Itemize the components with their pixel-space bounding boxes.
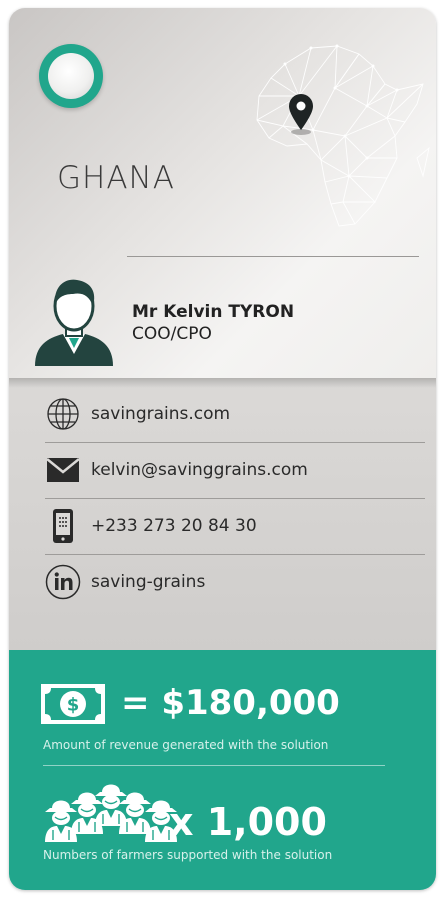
africa-map-icon [256, 44, 430, 227]
linkedin-row[interactable]: saving-grains [45, 562, 425, 602]
email-row[interactable]: kelvin@savinggrains.com [45, 450, 425, 490]
contact-section: savingrains.com kelvin@savinggrains.com [9, 378, 436, 650]
farmers-value: x 1,000 [169, 800, 327, 844]
phone-row[interactable]: +233 273 20 84 30 [45, 506, 425, 546]
farmers-group-icon [44, 783, 178, 843]
divider [45, 554, 425, 555]
logo-icon [39, 44, 103, 108]
dollar-bill-icon: $ [41, 684, 105, 724]
divider [45, 498, 425, 499]
map-pin-icon [289, 94, 313, 135]
revenue-label: Amount of revenue generated with the sol… [43, 738, 329, 752]
person-name: Mr Kelvin TYRON [132, 302, 295, 322]
divider [43, 765, 385, 766]
linkedin-link[interactable]: saving-grains [91, 572, 205, 592]
person-avatar-icon [35, 279, 113, 366]
phone-icon [45, 508, 81, 544]
person-role: COO/CPO [132, 324, 212, 344]
website-row[interactable]: savingrains.com [45, 394, 425, 434]
linkedin-icon [45, 564, 81, 600]
farmers-label: Numbers of farmers supported with the so… [43, 848, 333, 862]
divider [127, 256, 419, 257]
globe-icon [45, 396, 81, 432]
profile-card: GHANA Mr Kelvin TYRON COO/CPO savingrain… [9, 8, 436, 890]
country-name: GHANA [57, 160, 175, 196]
email-link[interactable]: kelvin@savinggrains.com [91, 460, 308, 480]
impact-section: $ = $180,000 Amount of revenue generated… [9, 650, 436, 890]
divider [45, 442, 425, 443]
phone-number[interactable]: +233 273 20 84 30 [91, 516, 257, 536]
envelope-icon [45, 452, 81, 488]
website-link[interactable]: savingrains.com [91, 404, 230, 424]
revenue-value: = $180,000 [121, 683, 340, 723]
header-section: GHANA Mr Kelvin TYRON COO/CPO [9, 8, 436, 378]
svg-text:$: $ [67, 695, 80, 716]
